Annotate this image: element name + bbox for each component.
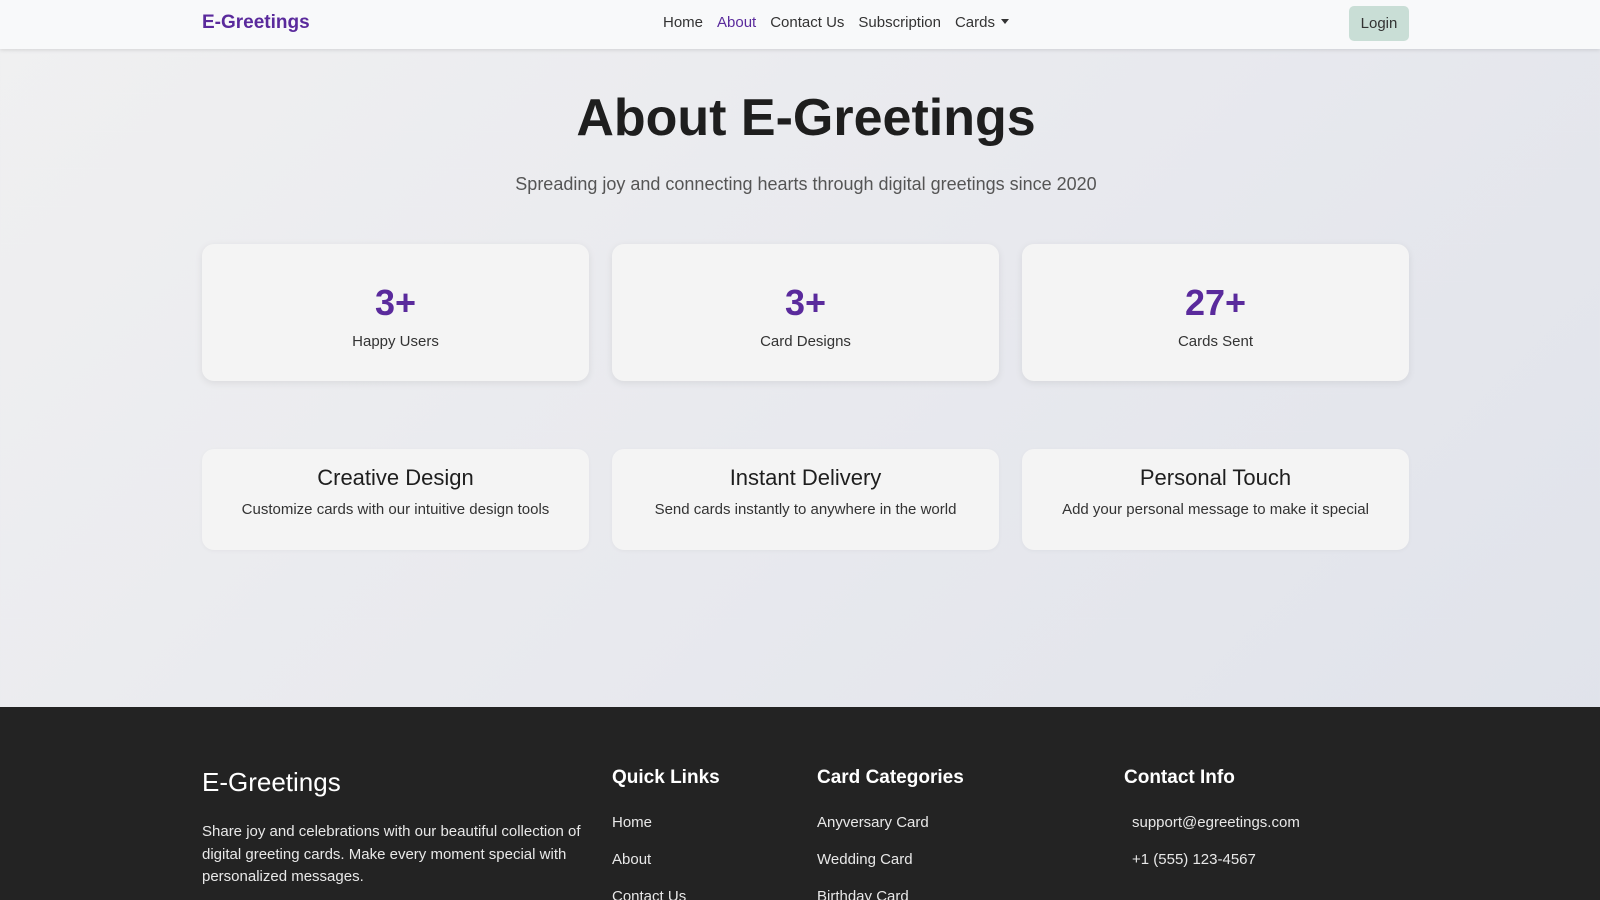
- stat-value: 27+: [1184, 282, 1247, 323]
- feature-card-personal-touch: Personal Touch Add your personal message…: [1022, 449, 1409, 550]
- nav-link-home[interactable]: Home: [656, 14, 710, 31]
- footer-contact-info: support@egreetings.com +1 (555) 123-4567: [1132, 814, 1300, 888]
- nav-link-about[interactable]: About: [710, 14, 763, 31]
- nav-dropdown-cards-label: Cards: [954, 14, 995, 31]
- login-button[interactable]: Login: [1349, 6, 1409, 41]
- footer-heading-quick-links: Quick Links: [612, 767, 720, 788]
- footer-quick-links: Home About Contact Us: [612, 814, 686, 900]
- footer-heading-contact: Contact Info: [1124, 767, 1235, 788]
- page-subtitle: Spreading joy and connecting hearts thro…: [515, 174, 1097, 194]
- feature-title: Instant Delivery: [729, 465, 882, 490]
- footer-category-wedding[interactable]: Wedding Card: [817, 851, 929, 888]
- nav-links: Home About Contact Us Subscription Cards: [656, 14, 1016, 31]
- footer-link-about[interactable]: About: [612, 851, 686, 888]
- nav-dropdown-cards[interactable]: Cards: [948, 14, 1016, 31]
- stat-card-users: 3+ Happy Users: [202, 244, 589, 381]
- footer-link-contact[interactable]: Contact Us: [612, 888, 686, 900]
- footer-description: Share joy and celebrations with our beau…: [202, 823, 581, 885]
- feature-card-instant-delivery: Instant Delivery Send cards instantly to…: [612, 449, 999, 550]
- footer-heading-categories: Card Categories: [817, 767, 964, 788]
- footer-contact-email[interactable]: support@egreetings.com: [1132, 814, 1300, 851]
- page-title: About E-Greetings: [576, 89, 1036, 147]
- navbar-brand[interactable]: E-Greetings: [202, 12, 310, 34]
- footer-category-birthday[interactable]: Birthday Card: [817, 888, 929, 900]
- footer: E-Greetings Share joy and celebrations w…: [0, 707, 1600, 900]
- stat-value: 3+: [784, 282, 827, 323]
- footer-category-anniversary[interactable]: Anyversary Card: [817, 814, 929, 851]
- nav-link-contact[interactable]: Contact Us: [763, 14, 851, 31]
- feature-description: Send cards instantly to anywhere in the …: [654, 501, 957, 518]
- footer-link-home[interactable]: Home: [612, 814, 686, 851]
- stat-label: Cards Sent: [1177, 333, 1254, 350]
- stat-card-designs: 3+ Card Designs: [612, 244, 999, 381]
- footer-brand: E-Greetings: [202, 767, 341, 797]
- feature-title: Personal Touch: [1139, 465, 1292, 490]
- stat-label: Happy Users: [352, 333, 439, 350]
- feature-description: Customize cards with our intuitive desig…: [241, 501, 550, 518]
- stat-label: Card Designs: [760, 333, 851, 350]
- feature-title: Creative Design: [317, 465, 474, 490]
- footer-contact-phone[interactable]: +1 (555) 123-4567: [1132, 851, 1300, 888]
- feature-card-creative-design: Creative Design Customize cards with our…: [202, 449, 589, 550]
- navbar: E-Greetings Home About Contact Us Subscr…: [0, 0, 1600, 49]
- stat-card-sent: 27+ Cards Sent: [1022, 244, 1409, 381]
- footer-categories: Anyversary Card Wedding Card Birthday Ca…: [817, 814, 929, 900]
- nav-link-subscription[interactable]: Subscription: [851, 14, 948, 31]
- feature-description: Add your personal message to make it spe…: [1062, 501, 1369, 518]
- caret-down-icon: [1000, 19, 1009, 24]
- stat-value: 3+: [374, 282, 417, 323]
